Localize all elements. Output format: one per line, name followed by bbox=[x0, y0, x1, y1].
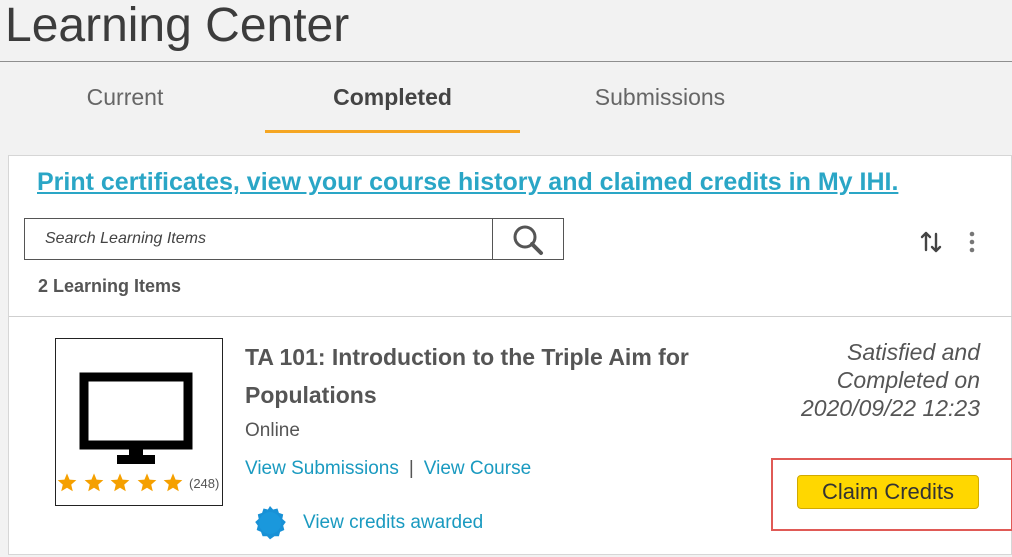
sort-arrows-icon bbox=[920, 231, 942, 253]
search-icon bbox=[513, 225, 543, 255]
course-title[interactable]: TA 101: Introduction to the Triple Aim f… bbox=[245, 338, 725, 414]
rating-count: (248) bbox=[189, 475, 220, 491]
highlight-annotation: Claim Credits bbox=[771, 458, 1012, 531]
search-bar bbox=[24, 218, 564, 260]
tab-completed[interactable]: Completed bbox=[265, 84, 520, 133]
more-options-button[interactable] bbox=[964, 230, 980, 254]
sort-button[interactable] bbox=[919, 230, 943, 254]
course-type: Online bbox=[245, 420, 300, 441]
search-input[interactable] bbox=[25, 219, 492, 259]
my-ihi-link[interactable]: Print certificates, view your course his… bbox=[37, 168, 898, 197]
course-thumbnail[interactable]: (248) bbox=[55, 338, 223, 506]
star-icon bbox=[57, 473, 77, 492]
star-icon bbox=[84, 473, 103, 492]
item-count: 2 Learning Items bbox=[38, 276, 182, 296]
search-button[interactable] bbox=[492, 219, 564, 259]
tab-bar: Current Completed Submissions bbox=[0, 62, 1012, 133]
tab-current[interactable]: Current bbox=[40, 84, 210, 130]
star-rating: (248) bbox=[56, 472, 222, 496]
star-icon bbox=[163, 473, 183, 492]
credits-badge-icon bbox=[255, 506, 286, 540]
status-line: Satisfied and bbox=[847, 339, 980, 365]
more-vertical-icon bbox=[969, 231, 975, 253]
status-date: 2020/09/22 12:23 bbox=[800, 395, 980, 421]
view-submissions-link[interactable]: View Submissions bbox=[245, 458, 399, 479]
star-icon bbox=[137, 473, 156, 492]
course-links: View Submissions | View Course bbox=[245, 458, 531, 480]
view-credits-link[interactable]: View credits awarded bbox=[303, 512, 483, 534]
monitor-icon bbox=[79, 372, 193, 464]
tab-submissions[interactable]: Submissions bbox=[560, 84, 760, 130]
completion-status: Satisfied and Completed on 2020/09/22 12… bbox=[660, 338, 980, 422]
star-holder bbox=[56, 473, 184, 492]
link-separator: | bbox=[408, 458, 414, 479]
status-line: Completed on bbox=[836, 367, 980, 393]
claim-credits-button[interactable]: Claim Credits bbox=[797, 475, 979, 509]
page-title: Learning Center bbox=[5, 0, 350, 52]
star-icon bbox=[110, 473, 130, 492]
view-course-link[interactable]: View Course bbox=[424, 458, 531, 479]
learning-items-panel: Print certificates, view your course his… bbox=[8, 155, 1012, 555]
